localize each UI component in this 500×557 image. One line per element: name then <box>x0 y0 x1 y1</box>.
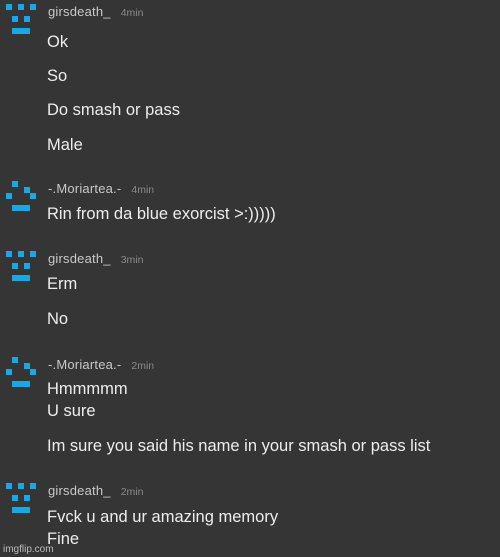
message-text: Do smash or pass <box>47 101 180 119</box>
timestamp: 2min <box>120 486 144 498</box>
username[interactable]: girsdeath_ <box>48 4 111 19</box>
message-header: girsdeath_ 4min <box>48 4 143 22</box>
message-text: Hmmmmm <box>47 380 128 398</box>
message-text: Rin from da blue exorcist >:))))) <box>47 205 276 223</box>
pixel-face-icon[interactable] <box>6 4 36 34</box>
message-text: Fvck u and ur amazing memory <box>47 508 279 526</box>
message-text: Im sure you said his name in your smash … <box>47 437 431 455</box>
username[interactable]: girsdeath_ <box>48 251 111 266</box>
message-header: -.Moriartea.- 2min <box>48 357 154 375</box>
username[interactable]: girsdeath_ <box>48 483 111 498</box>
pixel-face-icon[interactable] <box>6 251 36 281</box>
message-text: Male <box>47 136 83 154</box>
username[interactable]: -.Moriartea.- <box>48 357 121 372</box>
pixel-smirk-face-icon[interactable] <box>6 181 36 211</box>
message-text: Erm <box>47 275 78 293</box>
message-text: Ok <box>47 33 69 51</box>
chat-log: girsdeath_ 4min Ok So Do smash or pass M… <box>0 0 500 557</box>
watermark: imgflip.com <box>3 544 54 555</box>
message-header: -.Moriartea.- 4min <box>48 181 154 199</box>
message-text: U sure <box>47 402 96 420</box>
timestamp: 2min <box>131 360 155 372</box>
message-text: No <box>47 310 69 328</box>
timestamp: 3min <box>120 254 144 266</box>
message-header: girsdeath_ 2min <box>48 483 143 501</box>
username[interactable]: -.Moriartea.- <box>48 181 121 196</box>
message-header: girsdeath_ 3min <box>48 251 143 269</box>
pixel-smirk-face-icon[interactable] <box>6 357 36 387</box>
pixel-face-icon[interactable] <box>6 483 36 513</box>
timestamp: 4min <box>120 7 144 19</box>
timestamp: 4min <box>131 184 155 196</box>
message-text: So <box>47 67 68 85</box>
